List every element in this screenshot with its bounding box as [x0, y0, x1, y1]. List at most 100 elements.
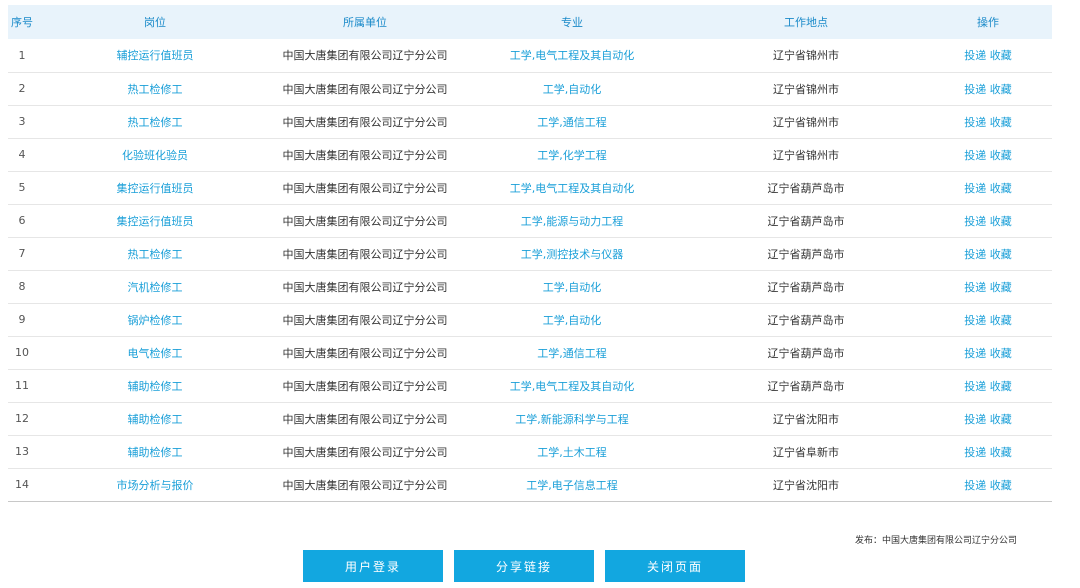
- job-position-link[interactable]: 热工检修工: [36, 237, 274, 270]
- work-location: 辽宁省阜新市: [773, 445, 839, 459]
- unit-name: 中国大唐集团有限公司辽宁分公司: [282, 478, 448, 492]
- favorite-link[interactable]: 收藏: [990, 479, 1012, 492]
- apply-link[interactable]: 投递: [964, 479, 986, 492]
- job-position-link[interactable]: 市场分析与报价: [36, 468, 274, 501]
- favorite-link[interactable]: 收藏: [990, 215, 1012, 228]
- unit-name: 中国大唐集团有限公司辽宁分公司: [282, 346, 448, 360]
- row-index: 7: [18, 247, 26, 260]
- favorite-link[interactable]: 收藏: [990, 248, 1012, 261]
- unit-name: 中国大唐集团有限公司辽宁分公司: [282, 445, 448, 459]
- row-actions: 投递 收藏: [924, 270, 1052, 303]
- row-index: 12: [15, 412, 29, 425]
- apply-link[interactable]: 投递: [964, 248, 986, 261]
- button-row: 用户登录 分享链接 关闭页面: [0, 550, 1080, 582]
- apply-link[interactable]: 投递: [964, 116, 986, 129]
- unit-name: 中国大唐集团有限公司辽宁分公司: [282, 115, 448, 129]
- job-position-link[interactable]: 汽机检修工: [36, 270, 274, 303]
- row-index: 6: [18, 214, 26, 227]
- major-link[interactable]: 工学,新能源科学与工程: [456, 402, 688, 435]
- major-link[interactable]: 工学,自动化: [456, 72, 688, 105]
- job-position-link[interactable]: 辅控运行值班员: [36, 39, 274, 72]
- favorite-link[interactable]: 收藏: [990, 116, 1012, 129]
- favorite-link[interactable]: 收藏: [990, 314, 1012, 327]
- row-actions: 投递 收藏: [924, 138, 1052, 171]
- favorite-link[interactable]: 收藏: [990, 413, 1012, 426]
- job-position-link[interactable]: 热工检修工: [36, 105, 274, 138]
- major-link[interactable]: 工学,土木工程: [456, 435, 688, 468]
- row-actions: 投递 收藏: [924, 237, 1052, 270]
- unit-name: 中国大唐集团有限公司辽宁分公司: [282, 181, 448, 195]
- job-position-link[interactable]: 集控运行值班员: [36, 204, 274, 237]
- major-link[interactable]: 工学,能源与动力工程: [456, 204, 688, 237]
- major-link[interactable]: 工学,电子信息工程: [456, 468, 688, 501]
- publisher-label: 发布：中国大唐集团有限公司辽宁分公司: [854, 536, 1017, 546]
- apply-link[interactable]: 投递: [964, 314, 986, 327]
- apply-link[interactable]: 投递: [964, 182, 986, 195]
- job-position-link[interactable]: 辅助检修工: [36, 402, 274, 435]
- favorite-link[interactable]: 收藏: [990, 182, 1012, 195]
- apply-link[interactable]: 投递: [964, 49, 986, 62]
- apply-link[interactable]: 投递: [964, 281, 986, 294]
- row-actions: 投递 收藏: [924, 369, 1052, 402]
- favorite-link[interactable]: 收藏: [990, 446, 1012, 459]
- favorite-link[interactable]: 收藏: [990, 347, 1012, 360]
- row-actions: 投递 收藏: [924, 39, 1052, 72]
- major-link[interactable]: 工学,测控技术与仪器: [456, 237, 688, 270]
- table-row: 12 辅助检修工 中国大唐集团有限公司辽宁分公司 工学,新能源科学与工程 辽宁省沈阳市 投…: [8, 402, 1052, 435]
- apply-link[interactable]: 投递: [964, 215, 986, 228]
- work-location: 辽宁省锦州市: [773, 148, 839, 162]
- work-location: 辽宁省葫芦岛市: [767, 379, 845, 393]
- favorite-link[interactable]: 收藏: [990, 281, 1012, 294]
- apply-link[interactable]: 投递: [964, 149, 986, 162]
- row-actions: 投递 收藏: [924, 435, 1052, 468]
- major-link[interactable]: 工学,电气工程及其自动化: [456, 39, 688, 72]
- header-position: 岗位: [144, 16, 166, 29]
- major-link[interactable]: 工学,通信工程: [456, 336, 688, 369]
- table-row: 1 辅控运行值班员 中国大唐集团有限公司辽宁分公司 工学,电气工程及其自动化 辽宁省锦州…: [8, 39, 1052, 72]
- favorite-link[interactable]: 收藏: [990, 149, 1012, 162]
- major-link[interactable]: 工学,化学工程: [456, 138, 688, 171]
- work-location: 辽宁省葫芦岛市: [767, 280, 845, 294]
- table-row: 6 集控运行值班员 中国大唐集团有限公司辽宁分公司 工学,能源与动力工程 辽宁省葫芦岛市…: [8, 204, 1052, 237]
- major-link[interactable]: 工学,自动化: [456, 303, 688, 336]
- apply-link[interactable]: 投递: [964, 380, 986, 393]
- job-position-link[interactable]: 辅助检修工: [36, 435, 274, 468]
- table-row: 7 热工检修工 中国大唐集团有限公司辽宁分公司 工学,测控技术与仪器 辽宁省葫芦岛市 投递…: [8, 237, 1052, 270]
- row-actions: 投递 收藏: [924, 204, 1052, 237]
- favorite-link[interactable]: 收藏: [990, 380, 1012, 393]
- table-row: 10 电气检修工 中国大唐集团有限公司辽宁分公司 工学,通信工程 辽宁省葫芦岛市 投递 收…: [8, 336, 1052, 369]
- row-actions: 投递 收藏: [924, 336, 1052, 369]
- apply-link[interactable]: 投递: [964, 83, 986, 96]
- job-position-link[interactable]: 集控运行值班员: [36, 171, 274, 204]
- work-location: 辽宁省锦州市: [773, 115, 839, 129]
- unit-name: 中国大唐集团有限公司辽宁分公司: [282, 148, 448, 162]
- row-index: 9: [18, 313, 26, 326]
- header-index: 序号: [11, 16, 33, 29]
- table-row: 3 热工检修工 中国大唐集团有限公司辽宁分公司 工学,通信工程 辽宁省锦州市 投递 收藏: [8, 105, 1052, 138]
- major-link[interactable]: 工学,自动化: [456, 270, 688, 303]
- apply-link[interactable]: 投递: [964, 446, 986, 459]
- major-link[interactable]: 工学,电气工程及其自动化: [456, 369, 688, 402]
- job-position-link[interactable]: 热工检修工: [36, 72, 274, 105]
- job-table-container: 序号 岗位 所属单位 专业 工作地点 操作 1 辅控运行值班员 中国大唐集团有限公司…: [8, 5, 1052, 502]
- row-index: 14: [15, 478, 29, 491]
- job-position-link[interactable]: 辅助检修工: [36, 369, 274, 402]
- major-link[interactable]: 工学,电气工程及其自动化: [456, 171, 688, 204]
- job-position-link[interactable]: 电气检修工: [36, 336, 274, 369]
- favorite-link[interactable]: 收藏: [990, 49, 1012, 62]
- job-position-link[interactable]: 锅炉检修工: [36, 303, 274, 336]
- job-position-link[interactable]: 化验班化验员: [36, 138, 274, 171]
- row-index: 3: [18, 115, 26, 128]
- major-link[interactable]: 工学,通信工程: [456, 105, 688, 138]
- close-page-button[interactable]: 关闭页面: [605, 550, 745, 582]
- login-button[interactable]: 用户登录: [303, 550, 443, 582]
- work-location: 辽宁省沈阳市: [773, 412, 839, 426]
- apply-link[interactable]: 投递: [964, 413, 986, 426]
- apply-link[interactable]: 投递: [964, 347, 986, 360]
- table-row: 11 辅助检修工 中国大唐集团有限公司辽宁分公司 工学,电气工程及其自动化 辽宁省葫芦岛…: [8, 369, 1052, 402]
- row-actions: 投递 收藏: [924, 171, 1052, 204]
- row-index: 1: [18, 48, 26, 62]
- header-actions: 操作: [977, 16, 999, 29]
- favorite-link[interactable]: 收藏: [990, 83, 1012, 96]
- share-link-button[interactable]: 分享链接: [454, 550, 594, 582]
